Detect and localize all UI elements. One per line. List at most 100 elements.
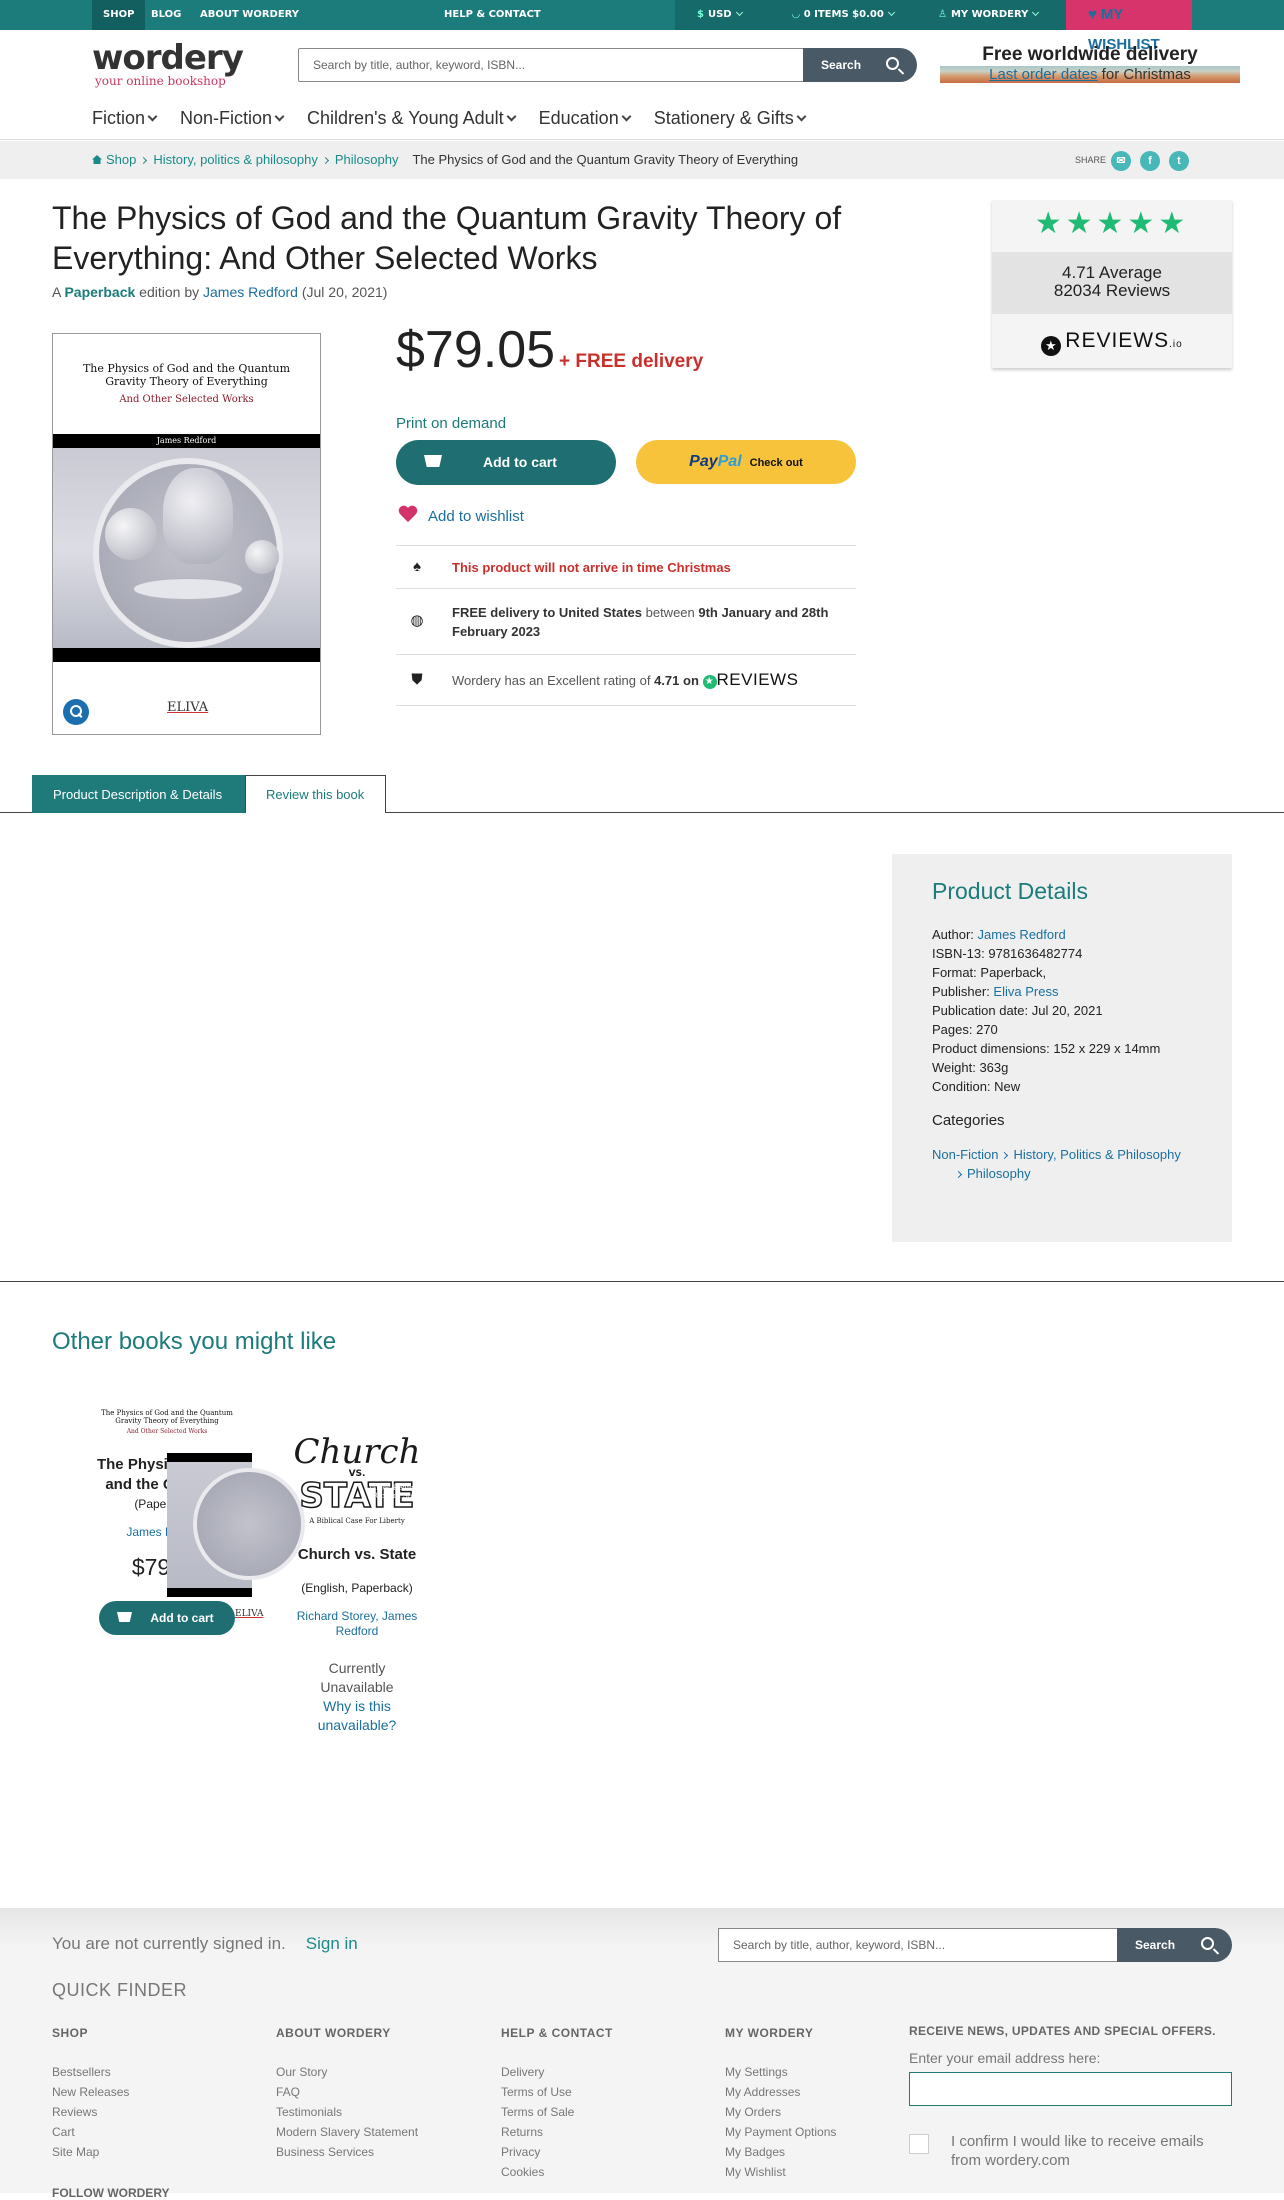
- zoom-icon[interactable]: [63, 699, 89, 725]
- add-to-wishlist-link[interactable]: Add to wishlist: [398, 506, 524, 528]
- footer-link[interactable]: Bestsellers: [52, 2062, 129, 2082]
- footer-link[interactable]: Modern Slavery Statement: [276, 2122, 418, 2142]
- availability-status: Print on demand: [396, 415, 507, 432]
- footer-search-button[interactable]: Search: [1117, 1928, 1232, 1962]
- footer-link[interactable]: Returns: [501, 2122, 613, 2142]
- search-button-label: Search: [821, 58, 862, 72]
- footer-link[interactable]: My Orders: [725, 2102, 836, 2122]
- thumb-cover-title: The Physics of God and the Quantum Gravi…: [101, 1409, 233, 1425]
- nav-education[interactable]: Education: [538, 108, 632, 134]
- delivery-info: ◍ FREE delivery to United States between…: [396, 588, 856, 654]
- nav-label: Fiction: [92, 108, 146, 128]
- search-icon: [886, 57, 899, 70]
- detail-dimensions: Product dimensions: 152 x 229 x 14mm: [932, 1041, 1161, 1056]
- footer-link[interactable]: My Badges: [725, 2142, 836, 2162]
- footer-link[interactable]: Our Story: [276, 2062, 418, 2082]
- book-cover-thumbnail[interactable]: Church VS. STATE A Biblical Case For Lib…: [272, 1435, 442, 1525]
- detail-label: Author:: [932, 927, 978, 942]
- breadcrumb-history[interactable]: History, politics & philosophy: [153, 152, 318, 167]
- footer-link[interactable]: Business Services: [276, 2142, 418, 2162]
- detail-label: Publisher:: [932, 984, 994, 999]
- nav-childrens[interactable]: Children's & Young Adult: [307, 108, 517, 134]
- footer-link[interactable]: Cart: [52, 2122, 129, 2142]
- basket-icon: [117, 1612, 132, 1622]
- signin-link[interactable]: Sign in: [306, 1934, 358, 1953]
- footer-link[interactable]: Privacy: [501, 2142, 613, 2162]
- nav-stationery[interactable]: Stationery & Gifts: [654, 108, 807, 134]
- footer-link[interactable]: Cookies: [501, 2162, 613, 2182]
- follow-heading: FOLLOW WORDERY: [52, 2186, 170, 2200]
- cart-summary[interactable]: ◡ 0 ITEMS $0.00: [775, 0, 910, 30]
- search-input[interactable]: Search by title, author, keyword, ISBN..…: [298, 48, 804, 82]
- newsletter-email-field[interactable]: [909, 2072, 1232, 2106]
- nav-fiction[interactable]: Fiction: [92, 108, 158, 134]
- book-title-link[interactable]: Church vs. State: [272, 1545, 442, 1565]
- cart-summary-label: 0 ITEMS $0.00: [803, 9, 884, 20]
- heart-icon: [398, 506, 418, 524]
- email-share-icon[interactable]: ✉: [1111, 151, 1131, 171]
- footer-link[interactable]: My Payment Options: [725, 2122, 836, 2142]
- add-to-cart-button[interactable]: Add to cart: [396, 440, 616, 485]
- book-author-link[interactable]: Richard Storey, James Redford: [272, 1609, 442, 1639]
- detail-pubdate: Publication date: Jul 20, 2021: [932, 1003, 1103, 1018]
- topbar-help-link[interactable]: HELP & CONTACT: [433, 0, 552, 30]
- footer-link[interactable]: Terms of Sale: [501, 2102, 613, 2122]
- breadcrumb-shop[interactable]: Shop: [92, 152, 136, 167]
- tab-description[interactable]: Product Description & Details: [32, 775, 246, 813]
- consent-checkbox[interactable]: [909, 2134, 929, 2154]
- footer-link[interactable]: FAQ: [276, 2082, 418, 2102]
- footer-link[interactable]: My Addresses: [725, 2082, 836, 2102]
- footer-link[interactable]: Testimonials: [276, 2102, 418, 2122]
- star-icon: ★: [1041, 336, 1062, 356]
- product-price: $79.05 + FREE delivery: [396, 320, 703, 380]
- topbar-blog-link[interactable]: BLOG: [140, 0, 192, 30]
- breadcrumb-philosophy[interactable]: Philosophy: [335, 152, 399, 167]
- chevron-down-icon: [506, 111, 517, 122]
- footer-link[interactable]: New Releases: [52, 2082, 129, 2102]
- quick-finder-heading: QUICK FINDER: [52, 1980, 188, 2000]
- category-link[interactable]: Philosophy: [967, 1166, 1031, 1181]
- facebook-share-icon[interactable]: f: [1140, 151, 1160, 171]
- chevron-right-icon: [140, 156, 148, 165]
- nav-label: Education: [538, 108, 619, 128]
- footer-link[interactable]: My Wishlist: [725, 2162, 836, 2182]
- thumb-cover-subtitle: And Other Selected Works: [126, 1428, 208, 1435]
- account-menu[interactable]: ♙ MY WORDERY: [910, 0, 1066, 30]
- reviews-widget[interactable]: ★★★★★ 4.71 Average 82034 Reviews ★ REVIEW…: [992, 200, 1232, 368]
- add-to-cart-button[interactable]: Add to cart: [99, 1601, 235, 1635]
- paypal-checkout-button[interactable]: PayPal Check out: [636, 440, 856, 484]
- book-cover-thumbnail[interactable]: The Physics of God and the Quantum Gravi…: [82, 1391, 305, 1619]
- topbar-shop-link[interactable]: SHOP: [92, 0, 146, 30]
- detail-author: Author: James Redford: [932, 925, 1192, 944]
- why-unavailable-link[interactable]: Why is this unavailable?: [318, 1698, 397, 1733]
- account-label: MY WORDERY: [950, 9, 1029, 20]
- wordery-logo[interactable]: wordery your online bookshop: [92, 40, 244, 94]
- footer-link[interactable]: Terms of Use: [501, 2082, 613, 2102]
- recommended-book: The Physics of God and the Quantum Gravi…: [82, 1391, 305, 1635]
- detail-author-link[interactable]: James Redford: [978, 927, 1066, 942]
- footer-link[interactable]: Delivery: [501, 2062, 613, 2082]
- footer-search-input[interactable]: Search by title, author, keyword, ISBN..…: [718, 1928, 1118, 1962]
- topbar-about-link[interactable]: ABOUT WORDERY: [189, 0, 310, 30]
- category-link[interactable]: History, Politics & Philosophy: [1013, 1147, 1180, 1162]
- category-link[interactable]: Non-Fiction: [932, 1147, 998, 1162]
- search-button[interactable]: Search: [803, 48, 917, 82]
- twitter-share-icon[interactable]: t: [1169, 151, 1189, 171]
- detail-publisher-link[interactable]: Eliva Press: [993, 984, 1058, 999]
- product-cover-image[interactable]: The Physics of God and the Quantum Gravi…: [52, 333, 321, 735]
- currency-selector[interactable]: $ USD: [675, 0, 775, 30]
- nav-non-fiction[interactable]: Non-Fiction: [180, 108, 285, 134]
- footer-link[interactable]: Reviews: [52, 2102, 129, 2122]
- tab-review[interactable]: Review this book: [245, 775, 386, 813]
- share-label: SHARE: [1075, 155, 1107, 165]
- footer-column-shop: SHOP Bestsellers New Releases Reviews Ca…: [52, 2026, 129, 2162]
- format-link[interactable]: Paperback: [64, 284, 135, 300]
- wishlist-link[interactable]: ♥ MY WISHLIST: [1066, 0, 1192, 53]
- product-tabs: Product Description & Details Review thi…: [0, 775, 1284, 813]
- author-link[interactable]: James Redford: [203, 284, 298, 300]
- edition-line: A Paperback edition by James Redford (Ju…: [52, 284, 387, 300]
- footer-link[interactable]: My Settings: [725, 2062, 836, 2082]
- book-format: (English, Paperback): [301, 1581, 413, 1595]
- footer-link[interactable]: Site Map: [52, 2142, 129, 2162]
- last-order-dates-link[interactable]: Last order dates: [989, 66, 1097, 83]
